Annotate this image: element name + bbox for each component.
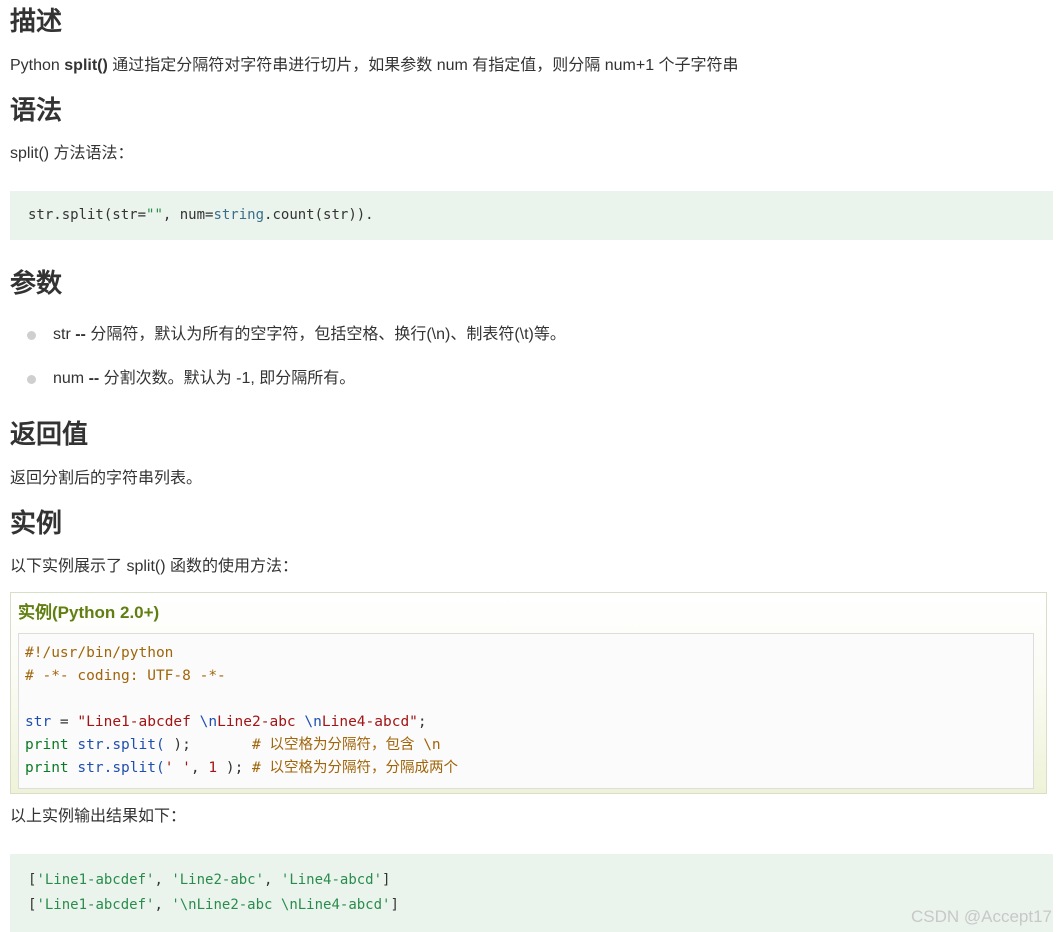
param-separator: -- [70, 326, 91, 343]
output-string: 'Line1-abcdef' [36, 872, 155, 888]
syntax-intro: split() 方法语法： [10, 145, 134, 162]
description-suffix: 通过指定分隔符对字符串进行切片，如果参数 num 有指定值，则分隔 num+1 … [107, 57, 739, 74]
code-line-shebang: #!/usr/bin/python [25, 645, 174, 661]
list-item: str -- 分隔符，默认为所有的空字符，包括空格、换行(\n)、制表符(\t)… [10, 323, 1050, 347]
heading-return-value: 返回值 [10, 419, 89, 449]
code-var-str: str [77, 737, 104, 753]
code-escape-newline: \n [304, 714, 322, 730]
param-desc: 分割次数。默认为 -1, 即分隔所有。 [103, 370, 356, 387]
code-call-close: ); [217, 760, 253, 776]
code-comment: # 以空格为分隔符，分隔成两个 [252, 760, 458, 776]
output-code-block: ['Line1-abcdef', 'Line2-abc', 'Line4-abc… [10, 854, 1053, 932]
bullet-icon [27, 331, 36, 340]
output-string: 'Line1-abcdef' [36, 897, 155, 913]
code-split-call: .split( [103, 760, 165, 776]
code-var-str: str [25, 714, 52, 730]
description-text: Python split() 通过指定分隔符对字符串进行切片，如果参数 num … [10, 54, 739, 78]
code-comment: # 以空格为分隔符，包含 \n [252, 737, 441, 753]
code-var-str: str [77, 760, 104, 776]
heading-syntax: 语法 [10, 95, 63, 125]
code-line-coding: # -*- coding: UTF-8 -*- [25, 668, 226, 684]
output-bracket: ] [382, 872, 391, 888]
heading-example: 实例 [10, 508, 63, 538]
code-string-part2: Line2-abc [217, 714, 305, 730]
code-string-space: ' ' [164, 760, 191, 776]
code-assign: = [51, 714, 78, 730]
syntax-code-part5: .count(str)). [264, 207, 374, 223]
syntax-code-part1: str.split(str= [28, 207, 147, 223]
code-print-keyword: print [25, 737, 69, 753]
output-comma: , [154, 872, 172, 888]
param-separator: -- [84, 370, 104, 387]
code-escape-newline: \n [199, 714, 218, 730]
example-code-block[interactable]: #!/usr/bin/python # -*- coding: UTF-8 -*… [18, 633, 1034, 789]
syntax-code-string-keyword: string [213, 207, 265, 223]
example-box-title: 实例(Python 2.0+) [18, 603, 160, 622]
code-semicolon: ; [417, 714, 427, 730]
params-list: str -- 分隔符，默认为所有的空字符，包括空格、换行(\n)、制表符(\t)… [10, 323, 1050, 391]
output-string: 'Line2-abc' [171, 872, 265, 888]
description-method-name: split() [64, 57, 108, 74]
watermark: CSDN @Accept17 [910, 907, 1052, 926]
bullet-icon [27, 375, 36, 384]
description-prefix: Python [10, 57, 65, 74]
heading-params: 参数 [10, 268, 63, 298]
param-name: str [53, 326, 71, 343]
heading-description: 描述 [10, 6, 63, 36]
code-call-close: ); [164, 737, 253, 753]
code-string-part1: "Line1-abcdef [77, 714, 200, 730]
param-name: num [53, 370, 85, 387]
code-print-keyword: print [25, 760, 69, 776]
output-intro: 以上实例输出结果如下： [10, 808, 187, 825]
output-string: 'Line4-abcd' [280, 872, 383, 888]
code-string-part3: Line4-abcd" [321, 714, 418, 730]
output-bracket: ] [390, 897, 399, 913]
syntax-code-empty-string: "" [146, 207, 163, 223]
example-intro: 以下实例展示了 split() 函数的使用方法： [10, 558, 299, 575]
param-desc: 分隔符，默认为所有的空字符，包括空格、换行(\n)、制表符(\t)等。 [90, 326, 566, 343]
output-string: '\nLine2-abc \nLine4-abcd' [171, 897, 391, 913]
code-split-call: .split( [103, 737, 165, 753]
return-value-text: 返回分割后的字符串列表。 [10, 470, 203, 487]
syntax-code-part3: , num= [162, 207, 214, 223]
output-comma: , [264, 872, 281, 888]
syntax-code-block: str.split(str="", num=string.count(str))… [10, 191, 1053, 240]
output-comma: , [154, 897, 172, 913]
list-item: num -- 分割次数。默认为 -1, 即分隔所有。 [10, 367, 1050, 391]
code-number: 1 [208, 760, 218, 776]
code-comma: , [190, 760, 209, 776]
example-box: 实例(Python 2.0+) #!/usr/bin/python # -*- … [10, 592, 1047, 794]
